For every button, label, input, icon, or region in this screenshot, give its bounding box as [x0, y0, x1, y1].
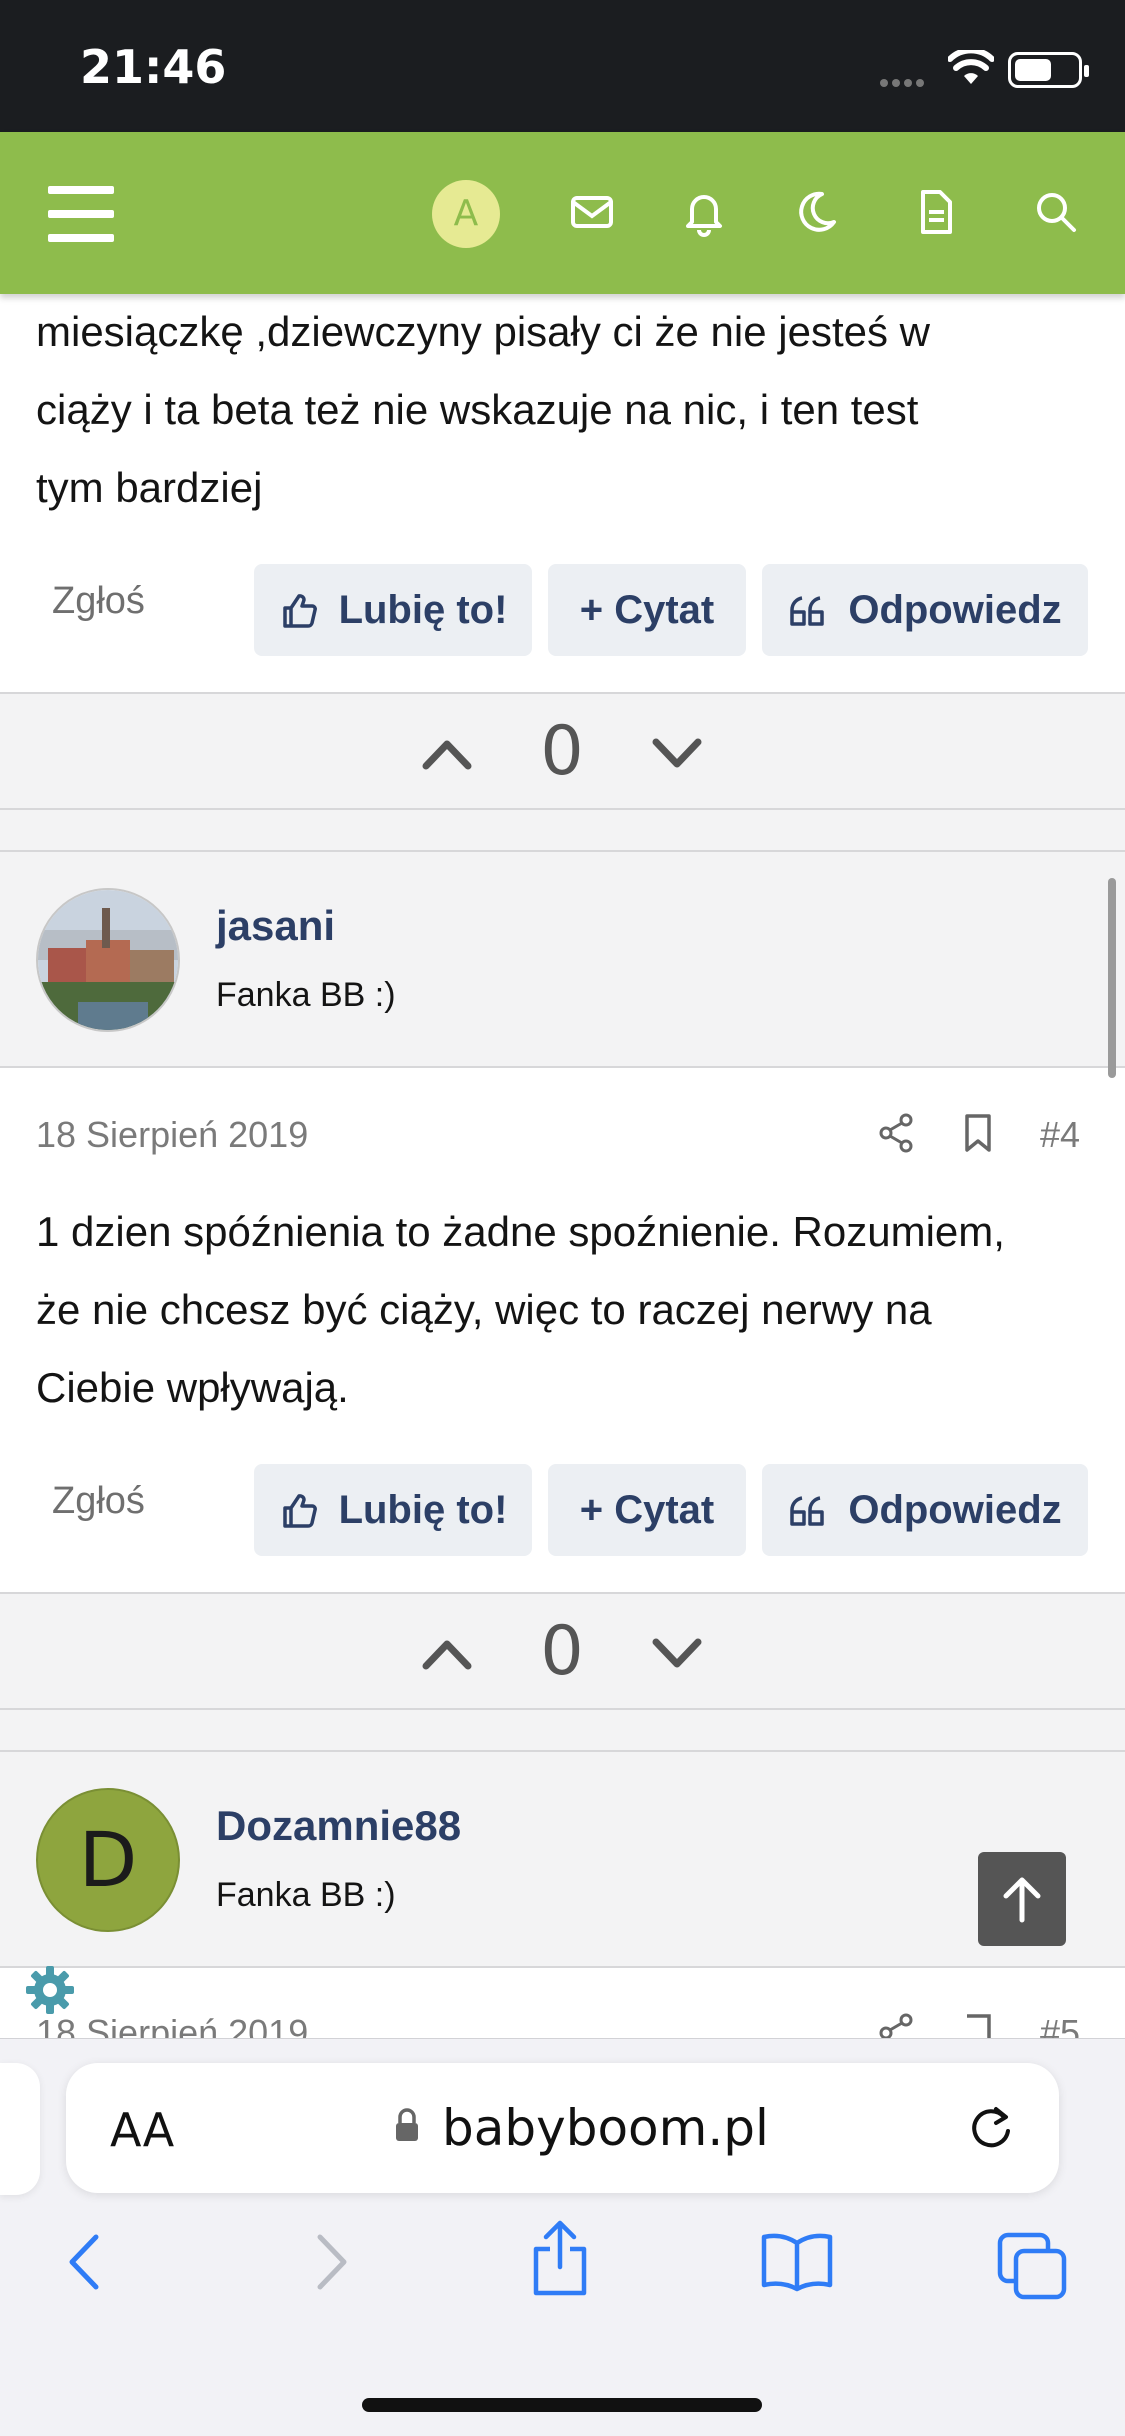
moon-icon[interactable] [786, 182, 846, 242]
post-text: 1 dzien spóźnienia to żadne spoźnienie. … [36, 1193, 1096, 1427]
post-text-line: 1 dzien spóźnienia to żadne spoźnienie. … [36, 1208, 1005, 1255]
reply-button[interactable]: Odpowiedz [762, 1464, 1088, 1556]
like-button[interactable]: Lubię to! [254, 1464, 532, 1556]
vote-bar: 0 [0, 692, 1125, 810]
author-role: Fanka BB :) [216, 1876, 396, 1914]
bookmark-icon[interactable] [962, 1112, 994, 1154]
like-label: Lubię to! [338, 1487, 508, 1532]
tabs-icon[interactable] [996, 2231, 1070, 2301]
vote-count: 0 [540, 712, 584, 791]
gear-icon[interactable] [22, 1962, 78, 2018]
quote-marks-icon [790, 1496, 825, 1526]
report-link[interactable]: Zgłoś [52, 1480, 145, 1523]
back-icon[interactable] [62, 2231, 110, 2293]
author-name[interactable]: Dozamnie88 [216, 1802, 461, 1850]
arrow-up-icon [1003, 1877, 1041, 1923]
menu-icon[interactable] [48, 186, 114, 242]
author-role: Fanka BB :) [216, 976, 396, 1014]
scrollbar[interactable] [1108, 878, 1116, 1078]
post-text-line: tym bardziej [36, 464, 263, 511]
share-icon[interactable] [876, 1112, 916, 1154]
bookmarks-icon[interactable] [760, 2231, 834, 2293]
home-indicator[interactable] [362, 2398, 762, 2412]
post-text: miesiączkę ,dziewczyny pisały ci że nie … [36, 293, 1096, 527]
lock-icon [396, 2108, 418, 2141]
downvote-icon[interactable] [650, 1630, 704, 1676]
thumbs-up-icon [282, 594, 317, 628]
post-text-line: że nie chcesz być ciąży, więc to raczej … [36, 1286, 932, 1333]
quote-button[interactable]: + Cytat [548, 564, 746, 656]
upvote-icon[interactable] [420, 730, 474, 776]
reply-label: Odpowiedz [848, 1487, 1062, 1532]
scroll-to-top-button[interactable] [978, 1852, 1066, 1946]
thumbs-up-icon [282, 1494, 317, 1528]
author-avatar[interactable]: D [36, 1788, 180, 1932]
quote-marks-icon [790, 596, 825, 626]
like-label: Lubię to! [338, 587, 508, 632]
quote-label: + Cytat [579, 587, 715, 632]
site-header: A [0, 132, 1125, 294]
wifi-icon [948, 50, 994, 84]
forward-icon[interactable] [306, 2231, 354, 2293]
bell-icon[interactable] [674, 182, 734, 242]
city-photo-icon [38, 890, 178, 1030]
post-date[interactable]: 18 Sierpień 2019 [36, 1114, 308, 1156]
post-text-line: ciąży i ta beta też nie wskazuje na nic,… [36, 386, 919, 433]
post-number[interactable]: #4 [1040, 1114, 1080, 1156]
share-icon[interactable] [528, 2219, 592, 2297]
document-icon[interactable] [906, 182, 966, 242]
quote-label: + Cytat [579, 1487, 715, 1532]
post-text-line: Ciebie wpływają. [36, 1364, 349, 1411]
upvote-icon[interactable] [420, 1630, 474, 1676]
battery-icon [1008, 52, 1089, 88]
like-button[interactable]: Lubię to! [254, 564, 532, 656]
browser-toolbar: AA babyboom.pl [0, 2038, 1125, 2436]
author-avatar[interactable] [36, 888, 180, 1032]
report-link[interactable]: Zgłoś [52, 580, 145, 623]
url-domain[interactable]: babyboom.pl [442, 2099, 769, 2157]
status-bar: 21:46 [0, 0, 1125, 132]
previous-tab-card[interactable] [0, 2063, 40, 2195]
reload-icon[interactable] [964, 2101, 1018, 2155]
reply-button[interactable]: Odpowiedz [762, 564, 1088, 656]
address-bar[interactable]: AA babyboom.pl [66, 2063, 1059, 2193]
downvote-icon[interactable] [650, 730, 704, 776]
reply-label: Odpowiedz [848, 587, 1062, 632]
text-size-button[interactable]: AA [110, 2103, 174, 2157]
author-name[interactable]: jasani [216, 902, 335, 950]
search-icon[interactable] [1026, 182, 1086, 242]
user-avatar[interactable]: A [432, 180, 500, 248]
status-time: 21:46 [80, 40, 227, 94]
post-author-bar: jasani Fanka BB :) [0, 850, 1125, 1068]
vote-count: 0 [540, 1612, 584, 1691]
envelope-icon[interactable] [562, 182, 622, 242]
vote-bar: 0 [0, 1592, 1125, 1710]
quote-button[interactable]: + Cytat [548, 1464, 746, 1556]
post-author-bar: D Dozamnie88 Fanka BB :) [0, 1750, 1125, 1968]
cellular-signal-icon [880, 74, 928, 92]
post-text-line: miesiączkę ,dziewczyny pisały ci że nie … [36, 308, 930, 355]
